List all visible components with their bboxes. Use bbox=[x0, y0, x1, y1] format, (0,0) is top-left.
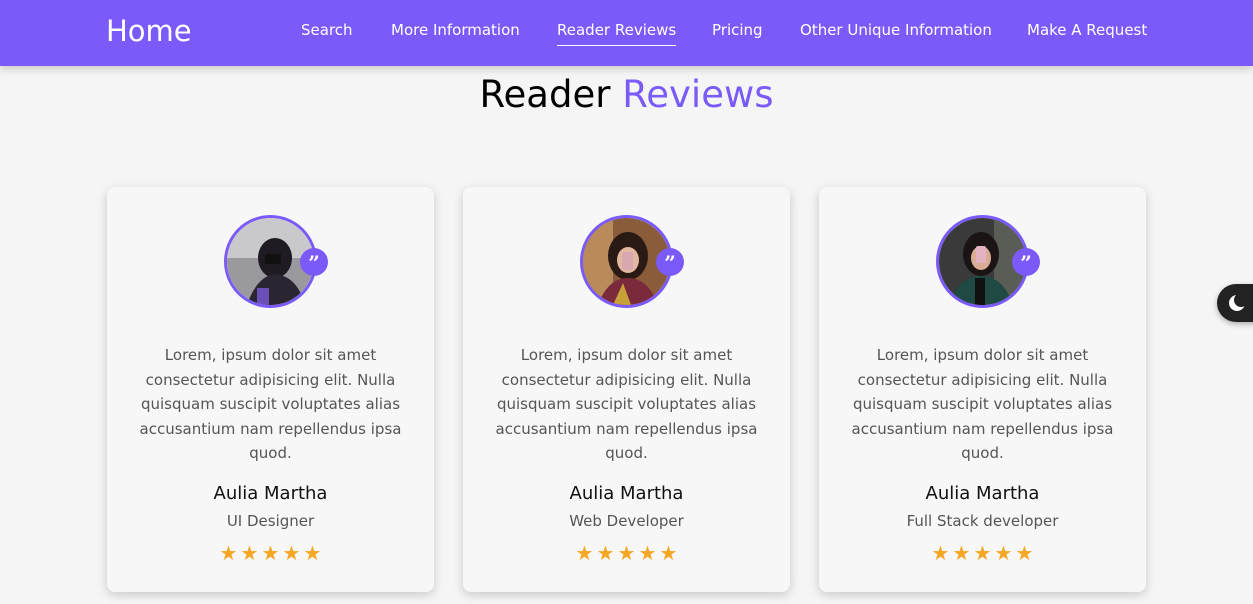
section-title-accent: Reviews bbox=[622, 73, 774, 116]
reviewer-name: Aulia Martha bbox=[569, 483, 684, 504]
review-text: Lorem, ipsum dolor sit amet consectetur … bbox=[139, 346, 402, 462]
star-icon: ★ bbox=[282, 541, 301, 565]
reviewer-name: Aulia Martha bbox=[925, 483, 1040, 504]
star-icon: ★ bbox=[638, 541, 657, 565]
star-icon: ★ bbox=[261, 541, 280, 565]
quote-icon: ” bbox=[300, 248, 328, 276]
nav-link-search[interactable]: Search bbox=[301, 21, 353, 45]
nav-link-make-a-request[interactable]: Make A Request bbox=[1027, 21, 1147, 45]
star-rating: ★ ★ ★ ★ ★ bbox=[819, 541, 1146, 565]
star-icon: ★ bbox=[931, 541, 950, 565]
reviewer-avatar-wrap: ” bbox=[224, 215, 328, 308]
review-text: Lorem, ipsum dolor sit amet consectetur … bbox=[495, 346, 758, 462]
star-icon: ★ bbox=[973, 541, 992, 565]
reviewer-role: UI Designer bbox=[226, 512, 315, 530]
nav-link-pricing[interactable]: Pricing bbox=[712, 21, 763, 45]
star-icon: ★ bbox=[952, 541, 971, 565]
reviewer-avatar-wrap: ” bbox=[936, 215, 1040, 308]
brand-home-link[interactable]: Home bbox=[106, 14, 192, 48]
star-rating: ★ ★ ★ ★ ★ bbox=[463, 541, 790, 565]
reviewer-role: Web Developer bbox=[569, 512, 684, 530]
section-title: Reader Reviews bbox=[0, 73, 1253, 116]
quote-icon: ” bbox=[1012, 248, 1040, 276]
review-card: ” Lorem, ipsum dolor sit amet consectetu… bbox=[819, 187, 1146, 592]
navbar: Home Search More Information Reader Revi… bbox=[0, 0, 1253, 66]
review-text: Lorem, ipsum dolor sit amet consectetur … bbox=[851, 346, 1114, 462]
star-rating: ★ ★ ★ ★ ★ bbox=[107, 541, 434, 565]
star-icon: ★ bbox=[617, 541, 636, 565]
moon-icon bbox=[1229, 293, 1248, 311]
reviewer-role: Full Stack developer bbox=[906, 512, 1059, 530]
star-icon: ★ bbox=[219, 541, 238, 565]
quote-icon: ” bbox=[656, 248, 684, 276]
star-icon: ★ bbox=[240, 541, 259, 565]
review-card: ” Lorem, ipsum dolor sit amet consectetu… bbox=[463, 187, 790, 592]
star-icon: ★ bbox=[659, 541, 678, 565]
star-icon: ★ bbox=[994, 541, 1013, 565]
nav-link-more-information[interactable]: More Information bbox=[391, 21, 520, 45]
theme-toggle-button[interactable] bbox=[1217, 284, 1253, 322]
section-title-plain: Reader bbox=[479, 73, 611, 116]
review-card: ” Lorem, ipsum dolor sit amet consectetu… bbox=[107, 187, 434, 592]
reviewer-avatar-wrap: ” bbox=[580, 215, 684, 308]
reviewer-name: Aulia Martha bbox=[213, 483, 328, 504]
star-icon: ★ bbox=[303, 541, 322, 565]
nav-link-other-unique-information[interactable]: Other Unique Information bbox=[800, 21, 992, 45]
star-icon: ★ bbox=[575, 541, 594, 565]
star-icon: ★ bbox=[1015, 541, 1034, 565]
nav-link-reader-reviews[interactable]: Reader Reviews bbox=[557, 21, 677, 46]
star-icon: ★ bbox=[596, 541, 615, 565]
